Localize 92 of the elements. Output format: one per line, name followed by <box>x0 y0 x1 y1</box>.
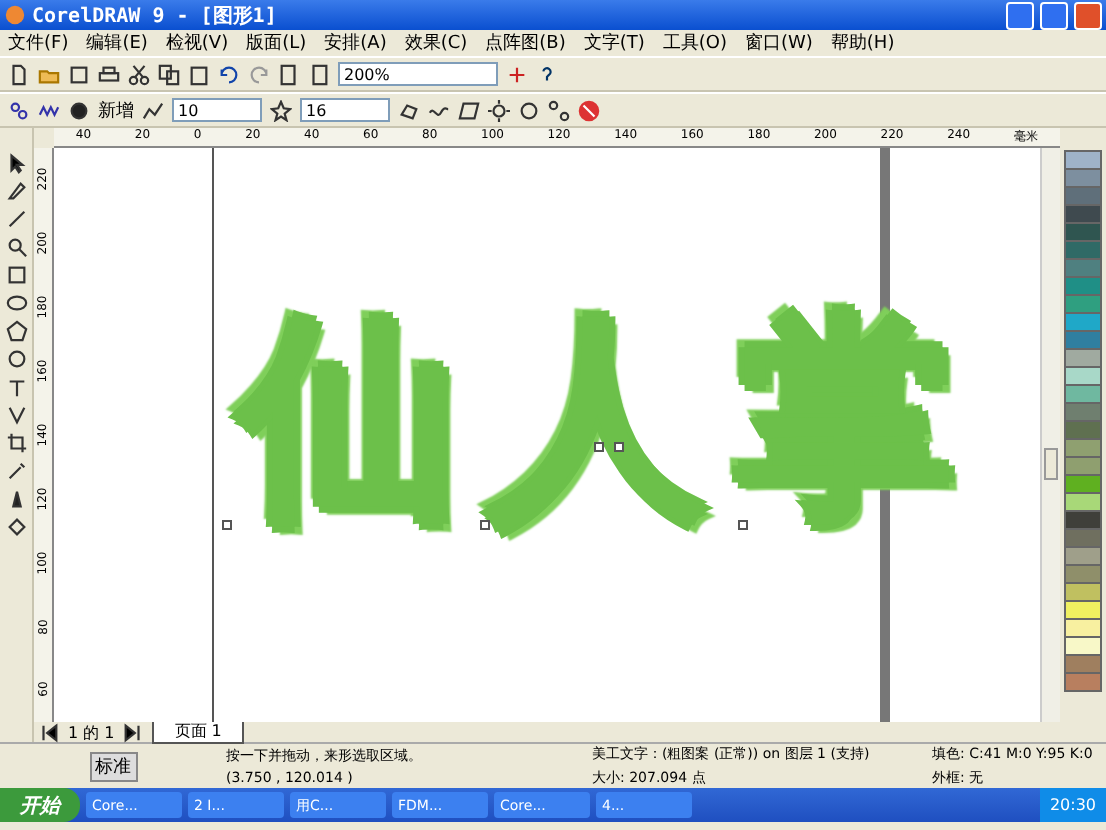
mode-button[interactable]: 标准 <box>89 751 137 781</box>
minimize-button[interactable] <box>1006 1 1034 29</box>
color-swatch[interactable] <box>1064 492 1102 512</box>
cut-icon[interactable] <box>128 63 150 85</box>
menu-item[interactable]: 窗口(W) <box>745 30 813 56</box>
menu-item[interactable]: 编辑(E) <box>86 30 148 56</box>
window-title: CorelDRAW 9 - [图形1] <box>32 3 279 29</box>
detail-field[interactable]: 10 <box>172 98 262 122</box>
text-tool-icon[interactable] <box>5 376 27 398</box>
menu-item[interactable]: 帮助(H) <box>830 30 895 56</box>
color-swatch[interactable] <box>1064 438 1102 458</box>
menu-item[interactable]: 效果(C) <box>404 30 468 56</box>
color-swatch[interactable] <box>1064 150 1102 170</box>
color-swatch[interactable] <box>1064 294 1102 314</box>
color-swatch[interactable] <box>1064 258 1102 278</box>
ellipse-icon[interactable] <box>5 292 27 314</box>
color-swatch[interactable] <box>1064 240 1102 260</box>
blend-icon[interactable] <box>5 404 27 426</box>
color-swatch[interactable] <box>1064 654 1102 674</box>
app-icon <box>4 4 26 26</box>
eyedropper-icon[interactable] <box>5 460 27 482</box>
maximize-button[interactable] <box>1040 1 1068 29</box>
star-icon[interactable] <box>270 99 292 121</box>
blob-icon[interactable] <box>68 99 90 121</box>
menu-item[interactable]: 版面(L) <box>246 30 307 56</box>
menu-item[interactable]: 检视(V) <box>165 30 229 56</box>
color-swatch[interactable] <box>1064 600 1102 620</box>
first-page-icon[interactable] <box>38 721 60 743</box>
clear-icon[interactable] <box>578 99 600 121</box>
page-tab[interactable]: 页面 1 <box>152 720 244 744</box>
color-swatch[interactable] <box>1064 366 1102 386</box>
pointer-icon[interactable] <box>5 152 27 174</box>
zoom-dropdown[interactable]: 200% <box>338 62 498 86</box>
help-icon[interactable] <box>536 63 558 85</box>
color-swatch[interactable] <box>1064 456 1102 476</box>
color-swatch[interactable] <box>1064 204 1102 224</box>
page-counter: 1 的 1 <box>68 721 115 743</box>
clock: 20:30 <box>1039 788 1106 822</box>
detail-icon[interactable] <box>142 99 164 121</box>
color-swatch[interactable] <box>1064 528 1102 548</box>
color-swatch[interactable] <box>1064 312 1102 332</box>
close-button[interactable] <box>1074 1 1102 29</box>
new-file-icon[interactable] <box>8 63 30 85</box>
color-swatch[interactable] <box>1064 384 1102 404</box>
zigzag-icon[interactable] <box>38 99 60 121</box>
color-swatch[interactable] <box>1064 564 1102 584</box>
color-swatch[interactable] <box>1064 276 1102 296</box>
zoom-icon[interactable] <box>5 236 27 258</box>
color-swatch[interactable] <box>1064 546 1102 566</box>
lasso-icon[interactable] <box>398 99 420 121</box>
size-field[interactable]: 16 <box>300 98 390 122</box>
undo-icon[interactable] <box>218 63 240 85</box>
menu-item[interactable]: 点阵图(B) <box>485 30 566 56</box>
menu-item[interactable]: 文件(F) <box>8 30 69 56</box>
crop-icon[interactable] <box>5 432 27 454</box>
color-swatch[interactable] <box>1064 420 1102 440</box>
menu-item[interactable]: 文字(T) <box>583 30 645 56</box>
ring-icon[interactable] <box>518 99 540 121</box>
color-swatch[interactable] <box>1064 348 1102 368</box>
selection-node[interactable] <box>614 442 624 452</box>
color-swatch[interactable] <box>1064 474 1102 494</box>
color-swatch[interactable] <box>1064 582 1102 602</box>
color-swatch[interactable] <box>1064 186 1102 206</box>
nodes-icon[interactable] <box>548 99 570 121</box>
selection-node[interactable] <box>594 442 604 452</box>
selection-node[interactable] <box>222 520 232 530</box>
sun-icon[interactable] <box>488 99 510 121</box>
rectangle-icon[interactable] <box>5 264 27 286</box>
color-swatch[interactable] <box>1064 672 1102 692</box>
shape-tool-icon[interactable] <box>5 180 27 202</box>
color-swatch[interactable] <box>1064 222 1102 242</box>
menu-item[interactable]: 工具(O) <box>662 30 727 56</box>
printer-icon[interactable] <box>98 63 120 85</box>
color-swatch[interactable] <box>1064 402 1102 422</box>
parallelogram-icon[interactable] <box>458 99 480 121</box>
color-swatch[interactable] <box>1064 168 1102 188</box>
arrows-icon[interactable] <box>506 63 528 85</box>
start-button[interactable]: 开始 <box>0 788 80 822</box>
shapes-icon[interactable] <box>8 99 30 121</box>
copy-icon[interactable] <box>158 63 180 85</box>
add-label: 新增 <box>98 99 134 123</box>
menu-item[interactable]: 安排(A) <box>324 30 387 56</box>
color-swatch[interactable] <box>1064 618 1102 638</box>
knife-icon[interactable] <box>5 208 27 230</box>
fill-icon[interactable] <box>5 516 27 538</box>
polygon-icon[interactable] <box>5 320 27 342</box>
color-swatch[interactable] <box>1064 330 1102 350</box>
color-swatch[interactable] <box>1064 636 1102 656</box>
vertical-scrollbar[interactable] <box>1040 148 1060 722</box>
last-page-icon[interactable] <box>122 721 145 743</box>
selection-node[interactable] <box>480 520 490 530</box>
color-swatch[interactable] <box>1064 510 1102 530</box>
